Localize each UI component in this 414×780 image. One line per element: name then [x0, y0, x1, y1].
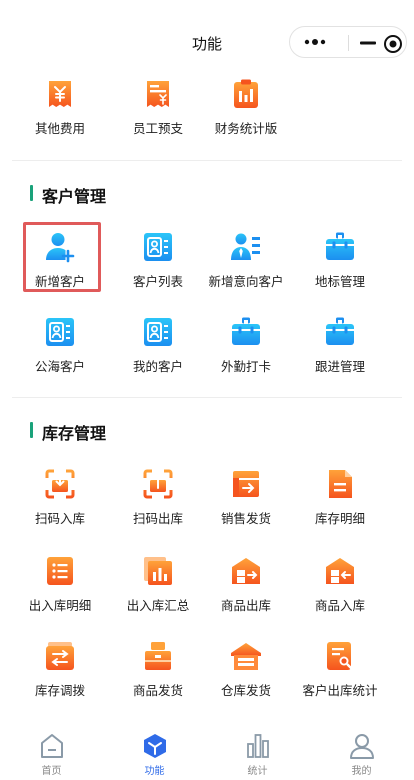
- capsule-divider: [348, 35, 349, 51]
- report-search-icon: [327, 642, 353, 670]
- close-circle-icon[interactable]: [383, 34, 403, 54]
- grid-item-field-checkin[interactable]: 外勤打卡: [198, 316, 294, 390]
- contact-card-icon: [144, 318, 172, 346]
- grid-item-my-customers[interactable]: 我的客户: [110, 316, 206, 390]
- section-accent-bar: [30, 185, 33, 201]
- scan-in-icon: [45, 469, 75, 499]
- grid-item-product-outbound[interactable]: 商品出库: [198, 555, 294, 629]
- grid-item-sales-shipment[interactable]: 销售发货: [198, 468, 294, 542]
- more-dots-icon[interactable]: [302, 35, 332, 49]
- grid-item-inventory-details[interactable]: 库存明细: [292, 468, 388, 542]
- grid-item-in-out-summary[interactable]: 出入库汇总: [110, 555, 206, 629]
- contact-card-icon: [46, 318, 74, 346]
- document-icon: [329, 470, 352, 498]
- inventory-row-1: 扫码入库 扫码出库 销售发货 库存明细: [0, 468, 414, 548]
- section-divider: [12, 160, 402, 161]
- selection-highlight: [23, 222, 101, 292]
- customer-row-2: 公海客户 我的客户 外勤打卡 跟进管理: [0, 316, 414, 396]
- cube-icon: [144, 734, 166, 758]
- section-title: 客户管理: [42, 189, 107, 206]
- grid-item-employee-advance[interactable]: 员工预支: [110, 78, 206, 152]
- warehouse-in-icon: [326, 558, 354, 584]
- grid-item-label: 商品入库: [314, 599, 365, 613]
- briefcase-icon: [326, 232, 354, 260]
- user-icon: [350, 734, 374, 759]
- section-divider: [12, 397, 402, 398]
- stacked-chart-icon: [144, 557, 172, 585]
- navigation-bar: 功能: [0, 0, 414, 82]
- finance-row: 其他费用 员工预支 财务统计版: [0, 78, 414, 158]
- grid-item-other-fees[interactable]: 其他费用: [12, 78, 108, 152]
- warehouse-icon: [231, 643, 261, 670]
- minimize-icon[interactable]: [357, 34, 379, 52]
- yuan-ticket-icon: [147, 81, 169, 107]
- grid-item-public-customers[interactable]: 公海客户: [12, 316, 108, 390]
- grid-item-follow-up-management[interactable]: 跟进管理: [292, 316, 388, 390]
- tab-home[interactable]: 首页: [0, 724, 103, 780]
- grid-item-finance-stats[interactable]: 财务统计版: [198, 78, 294, 152]
- tab-label: 统计: [247, 766, 268, 777]
- inventory-row-2: 出入库明细 出入库汇总 商品出库 商品入库: [0, 555, 414, 635]
- tab-mine[interactable]: 我的: [310, 724, 413, 780]
- list-icon: [47, 557, 73, 585]
- package-icon: [145, 642, 171, 670]
- grid-item-label: 客户出库统计: [302, 684, 378, 698]
- home-icon: [41, 734, 63, 758]
- yuan-receipt-icon: [49, 81, 71, 107]
- inventory-row-3: 库存调拨 商品发货 仓库发货 客户出库统计: [0, 640, 414, 720]
- grid-item-scan-out[interactable]: 扫码出库: [110, 468, 206, 542]
- person-list-icon: [231, 233, 260, 260]
- grid-item-label: 财务统计版: [214, 122, 278, 136]
- grid-item-label: 跟进管理: [314, 360, 365, 374]
- scan-out-icon: [143, 469, 173, 499]
- transfer-icon: [46, 642, 74, 670]
- warehouse-out-icon: [232, 558, 260, 584]
- bar-chart-icon: [247, 734, 269, 758]
- grid-item-product-shipment[interactable]: 商品发货: [110, 640, 206, 714]
- grid-item-add-intended-customer[interactable]: 新增意向客户: [198, 231, 294, 305]
- grid-item-landmark-management[interactable]: 地标管理: [292, 231, 388, 305]
- briefcase-icon: [326, 317, 354, 345]
- mini-program-capsule: [289, 26, 407, 58]
- briefcase-icon: [232, 317, 260, 345]
- grid-item-customer-list[interactable]: 客户列表: [110, 231, 206, 305]
- box-export-icon: [233, 471, 259, 497]
- grid-item-label: 地标管理: [314, 275, 365, 289]
- grid-item-warehouse-shipment[interactable]: 仓库发货: [198, 640, 294, 714]
- section-accent-bar: [30, 422, 33, 438]
- grid-item-label: 库存明细: [314, 512, 365, 526]
- bottom-tab-bar: 首页 功能 统计 我的: [0, 724, 414, 780]
- grid-item-product-inbound[interactable]: 商品入库: [292, 555, 388, 629]
- section-title: 库存管理: [42, 426, 107, 443]
- tab-label: 功能: [144, 766, 165, 777]
- tab-statistics[interactable]: 统计: [206, 724, 309, 780]
- tab-label: 我的: [351, 766, 372, 777]
- tab-functions[interactable]: 功能: [103, 724, 206, 780]
- tab-label: 首页: [41, 766, 62, 777]
- grid-item-stock-transfer[interactable]: 库存调拨: [12, 640, 108, 714]
- contact-card-icon: [144, 233, 172, 261]
- grid-item-customer-outbound-stats[interactable]: 客户出库统计: [292, 640, 388, 714]
- bar-chart-clipboard-icon: [234, 79, 258, 108]
- grid-item-scan-in[interactable]: 扫码入库: [12, 468, 108, 542]
- grid-item-in-out-details[interactable]: 出入库明细: [12, 555, 108, 629]
